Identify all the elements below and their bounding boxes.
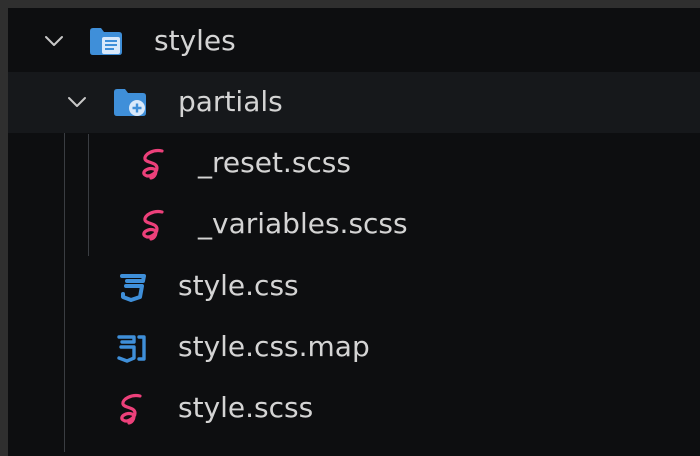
tree-item-partials-folder[interactable]: partials bbox=[8, 72, 700, 133]
tree-item-variables-scss[interactable]: _variables.scss bbox=[8, 194, 700, 255]
css-icon bbox=[120, 274, 146, 302]
tree-item-style-css-map[interactable]: style.css.map bbox=[8, 317, 700, 378]
tree-item-label: styles bbox=[154, 24, 236, 57]
file-explorer-tree: styles partials _reset.scss _variables.s… bbox=[8, 8, 700, 456]
tree-item-style-scss[interactable]: style.scss bbox=[8, 378, 700, 439]
tree-item-label: _variables.scss bbox=[198, 207, 408, 240]
folder-styles-icon bbox=[90, 28, 122, 55]
tree-item-label: style.css.map bbox=[178, 330, 370, 363]
tree-item-styles-folder[interactable]: styles bbox=[8, 11, 700, 72]
tree-item-reset-scss[interactable]: _reset.scss bbox=[8, 133, 700, 194]
tree-item-label: partials bbox=[178, 85, 283, 118]
tree-item-label: style.scss bbox=[178, 391, 314, 424]
sass-icon bbox=[142, 148, 164, 180]
tree-item-label: style.css bbox=[178, 269, 299, 302]
tree-item-style-css[interactable]: style.css bbox=[8, 256, 700, 317]
chevron-down-icon[interactable] bbox=[40, 27, 68, 55]
folder-partials-icon bbox=[114, 89, 146, 116]
sass-icon bbox=[142, 209, 164, 241]
chevron-down-icon[interactable] bbox=[63, 88, 91, 116]
css-map-icon bbox=[117, 335, 146, 363]
sass-icon bbox=[120, 393, 142, 425]
tree-item-label: _reset.scss bbox=[198, 146, 351, 179]
